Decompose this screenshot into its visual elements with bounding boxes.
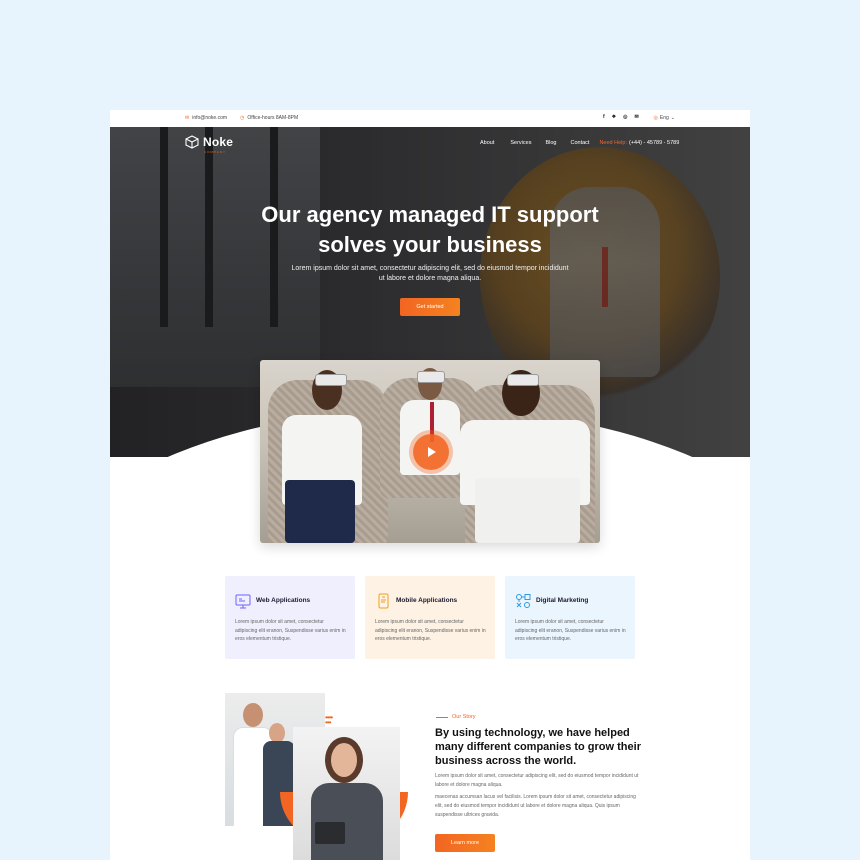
service-text: Lorem ipsum dolor sit amet, consectetur … [375, 619, 486, 642]
globe-icon: ◎ [653, 115, 658, 121]
logo-cube-icon [185, 135, 199, 149]
service-card-web[interactable]: Web Applications Lorem ipsum dolor sit a… [225, 576, 355, 659]
mobile-app-icon [378, 593, 389, 609]
service-title: Digital Marketing [536, 597, 589, 604]
logo-text: Noke [203, 135, 234, 149]
service-card-mobile[interactable]: Mobile Applications Lorem ipsum dolor si… [365, 576, 495, 659]
email-item[interactable]: ✉ info@noke.com [185, 115, 227, 121]
hero-title: Our agency managed IT support solves you… [110, 200, 750, 260]
clock-icon: ◷ [240, 115, 245, 121]
hero-description: Lorem ipsum dolor sit amet, consectetur … [291, 265, 569, 282]
instagram-icon[interactable]: ❖ [612, 114, 616, 120]
play-icon [428, 447, 436, 457]
story-label: Our Story [436, 714, 476, 720]
team-photo-woman [293, 727, 400, 860]
facebook-icon[interactable]: f [603, 114, 605, 120]
need-help-label: Need Help: [599, 140, 627, 146]
service-card-marketing[interactable]: Digital Marketing Lorem ipsum dolor sit … [505, 576, 635, 659]
social-links: f ❖ ◎ ✉ [603, 114, 639, 120]
hero-title-line-2: solves your business [318, 232, 542, 257]
learn-more-button[interactable]: Learn more [435, 834, 495, 852]
hours-text: Office-hours 8AM-8PM [247, 115, 299, 121]
mail-icon: ✉ [185, 115, 190, 121]
language-selector[interactable]: ◎ Eng ⌄ [654, 115, 675, 121]
story-paragraph-1: Lorem ipsum dolor sit amet, consectetur … [435, 773, 639, 788]
hero-title-line-1: Our agency managed IT support [261, 202, 599, 227]
play-button[interactable] [413, 434, 449, 470]
phone-number[interactable]: (+44) - 45789 - 5789 [629, 140, 679, 146]
web-app-icon [235, 594, 251, 609]
nav-menu: About Services Blog Contact Need Help: (… [480, 140, 679, 146]
nav-services[interactable]: Services [510, 140, 531, 146]
top-bar: ✉ info@noke.com ◷ Office-hours 8AM-8PM f… [110, 110, 750, 127]
main-navigation: Noke COMPANY About Services Blog Contact… [110, 127, 750, 161]
nav-contact[interactable]: Contact [570, 140, 589, 146]
chevron-down-icon: ⌄ [670, 115, 675, 121]
service-title: Mobile Applications [396, 597, 458, 604]
story-title: By using technology, we have helped many… [435, 727, 641, 767]
hours-item: ◷ Office-hours 8AM-8PM [240, 115, 298, 121]
service-text: Lorem ipsum dolor sit amet, consectetur … [235, 619, 346, 642]
get-started-button[interactable]: Get started [400, 298, 460, 316]
nav-about[interactable]: About [480, 140, 494, 146]
nav-blog[interactable]: Blog [545, 140, 556, 146]
pinterest-icon[interactable]: ◎ [623, 114, 627, 120]
language-label: Eng [659, 115, 669, 121]
twitter-icon[interactable]: ✉ [635, 114, 639, 120]
marketing-icon [516, 594, 531, 608]
story-paragraph-2: maecenas accumsan lacus vel facilisis. L… [435, 794, 636, 818]
logo-subtitle: COMPANY [204, 150, 226, 154]
service-title: Web Applications [256, 597, 311, 604]
email-text: info@noke.com [192, 115, 228, 121]
logo[interactable]: Noke COMPANY [185, 135, 234, 154]
story-label-text: Our Story [452, 714, 476, 720]
decorative-dots: •••• ••• [325, 713, 333, 727]
video-player[interactable] [260, 360, 600, 543]
landing-page: ✉ info@noke.com ◷ Office-hours 8AM-8PM f… [110, 110, 750, 860]
service-text: Lorem ipsum dolor sit amet, consectetur … [515, 619, 626, 642]
